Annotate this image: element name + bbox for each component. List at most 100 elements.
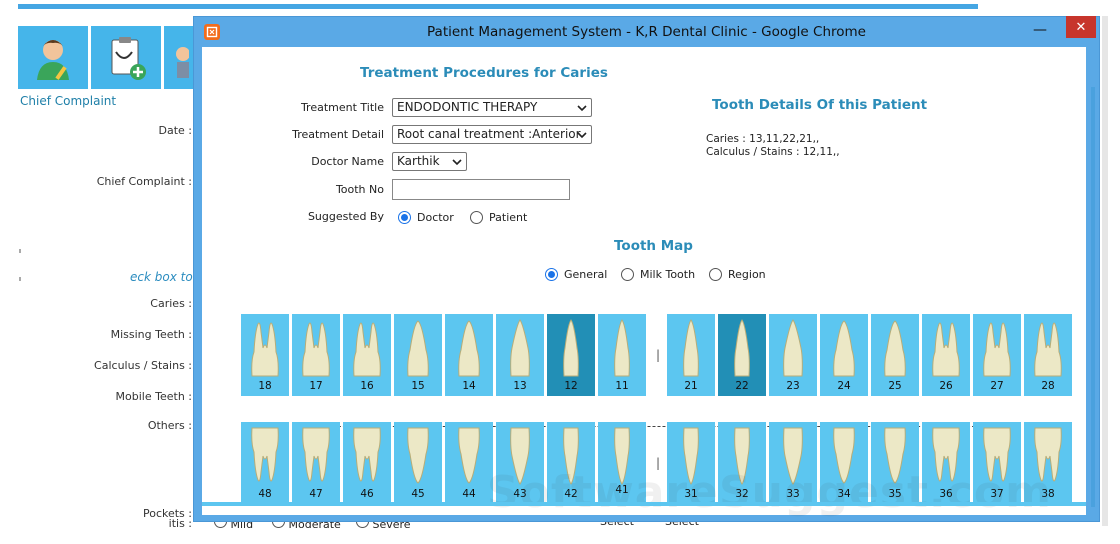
calculus-details: Calculus / Stains : 12,11,, (706, 146, 840, 158)
tooth-number: 27 (990, 380, 1004, 392)
tooth-32[interactable]: 32 (718, 422, 766, 504)
tooth-15[interactable]: 15 (394, 314, 442, 396)
tooth-number: 17 (309, 380, 323, 392)
map-region-radio[interactable]: Region (709, 268, 766, 281)
tooth-42-icon (563, 427, 579, 485)
tooth-12[interactable]: 12 (547, 314, 595, 396)
map-general-radio[interactable]: General (545, 268, 607, 281)
midline-divider: | (655, 456, 661, 470)
tooth-13[interactable]: 13 (496, 314, 544, 396)
tooth-number: 14 (462, 380, 476, 392)
tooth-number: 28 (1041, 380, 1055, 392)
tooth-number: 24 (837, 380, 851, 392)
tooth-number: 41 (615, 484, 629, 496)
tooth-26-icon (932, 322, 960, 377)
background-icon-row (18, 26, 194, 89)
tooth-26[interactable]: 26 (922, 314, 970, 396)
doctor-name-select[interactable]: Karthik (392, 152, 467, 171)
background-scrollbar[interactable] (1102, 16, 1108, 526)
tooth-36[interactable]: 36 (922, 422, 970, 504)
tooth-23-icon (783, 319, 803, 377)
tooth-46[interactable]: 46 (343, 422, 391, 504)
doctor-avatar-icon[interactable] (18, 26, 88, 89)
window-body: Treatment Procedures for Caries Treatmen… (202, 47, 1086, 518)
tooth-11[interactable]: 11 (598, 314, 646, 396)
tooth-15-icon (407, 320, 429, 377)
treatment-detail-select[interactable]: Root canal treatment :Anterior (392, 125, 592, 144)
tooth-34[interactable]: 34 (820, 422, 868, 504)
tooth-41[interactable]: 41 (598, 422, 646, 504)
treatment-title-select[interactable]: ENDODONTIC THERAPY (392, 98, 592, 117)
tooth-35[interactable]: 35 (871, 422, 919, 504)
background-tick (19, 249, 21, 253)
tooth-45-icon (407, 427, 429, 484)
tooth-42[interactable]: 42 (547, 422, 595, 504)
tooth-43[interactable]: 43 (496, 422, 544, 504)
screen: Chief Complaint Date : Chief Complaint :… (0, 0, 1120, 544)
others-label: Others : (147, 419, 192, 432)
tooth-24[interactable]: 24 (820, 314, 868, 396)
window-scrollbar[interactable] (1091, 87, 1095, 507)
chief-complaint-title: Chief Complaint (20, 94, 117, 108)
tooth-44[interactable]: 44 (445, 422, 493, 504)
chevron-down-icon (577, 132, 587, 139)
tooth-11-icon (614, 319, 630, 377)
calculus-label: Calculus / Stains : (94, 359, 192, 372)
tooth-48[interactable]: 48 (241, 422, 289, 504)
tooth-map-heading: Tooth Map (614, 238, 693, 254)
tooth-number: 22 (735, 380, 749, 392)
lower-tooth-row: 48 47 46 45 44 43 42 41 | 31 32 33 34 35 36 37 38 (241, 422, 1075, 504)
tooth-details-heading: Tooth Details Of this Patient (712, 97, 928, 113)
tooth-17[interactable]: 17 (292, 314, 340, 396)
doctor-name-label: Doctor Name (311, 155, 384, 168)
tooth-47[interactable]: 47 (292, 422, 340, 504)
tooth-16[interactable]: 16 (343, 314, 391, 396)
tooth-28[interactable]: 28 (1024, 314, 1072, 396)
radio-unchecked-icon (470, 211, 483, 224)
close-icon[interactable]: ✕ (1066, 16, 1096, 38)
tooth-37[interactable]: 37 (973, 422, 1021, 504)
suggested-by-label: Suggested By (307, 210, 384, 223)
tooth-31[interactable]: 31 (667, 422, 715, 504)
tooth-25[interactable]: 25 (871, 314, 919, 396)
tooth-31-icon (683, 427, 699, 485)
tooth-23[interactable]: 23 (769, 314, 817, 396)
doctor-icon[interactable] (164, 26, 194, 89)
tooth-38-icon (1034, 427, 1062, 482)
tooth-number: 44 (462, 488, 476, 500)
radio-checked-icon (398, 211, 411, 224)
tooth-47-icon (302, 427, 330, 482)
tooth-number: 33 (786, 488, 800, 500)
tooth-no-input[interactable] (392, 179, 570, 200)
date-label: Date : (158, 124, 193, 137)
treatment-title-label: Treatment Title (300, 101, 384, 114)
window-title: Patient Management System - K,R Dental C… (427, 24, 866, 40)
suggested-patient-radio[interactable]: Patient (470, 211, 527, 224)
radio-checked-icon (545, 268, 558, 281)
tooth-38[interactable]: 38 (1024, 422, 1072, 504)
tooth-14[interactable]: 14 (445, 314, 493, 396)
tooth-number: 48 (258, 488, 272, 500)
treatment-procedures-heading: Treatment Procedures for Caries (360, 65, 608, 81)
tooth-45[interactable]: 45 (394, 422, 442, 504)
tooth-number: 32 (735, 488, 749, 500)
tooth-24-icon (833, 320, 855, 377)
popup-window: Patient Management System - K,R Dental C… (193, 16, 1100, 522)
missing-teeth-label: Missing Teeth : (110, 328, 192, 341)
clipboard-stethoscope-icon[interactable] (91, 26, 161, 89)
map-milk-tooth-radio[interactable]: Milk Tooth (621, 268, 695, 281)
window-titlebar[interactable]: Patient Management System - K,R Dental C… (194, 17, 1099, 47)
tooth-22[interactable]: 22 (718, 314, 766, 396)
tooth-27[interactable]: 27 (973, 314, 1021, 396)
tooth-18[interactable]: 18 (241, 314, 289, 396)
suggested-doctor-radio[interactable]: Doctor (398, 211, 454, 224)
minimize-icon[interactable]: — (1027, 19, 1053, 41)
tooth-number: 21 (684, 380, 698, 392)
tooth-number: 11 (615, 380, 629, 392)
tooth-33-icon (783, 427, 803, 485)
tooth-21[interactable]: 21 (667, 314, 715, 396)
midline-divider: | (655, 348, 661, 362)
tooth-32-icon (734, 427, 750, 485)
tooth-46-icon (353, 427, 381, 482)
tooth-33[interactable]: 33 (769, 422, 817, 504)
